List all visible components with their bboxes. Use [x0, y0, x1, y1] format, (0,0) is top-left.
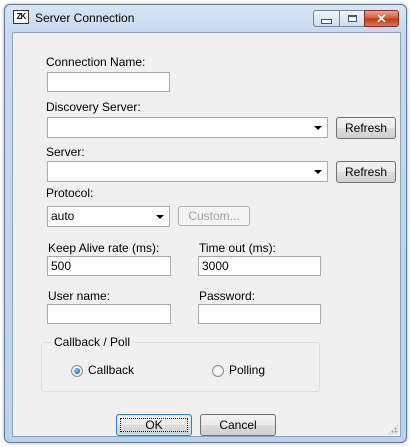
chevron-down-icon [314, 126, 322, 130]
polling-radio[interactable] [212, 365, 224, 377]
server-combo[interactable] [47, 161, 328, 182]
protocol-combo[interactable]: auto [47, 206, 170, 227]
user-name-input[interactable] [47, 304, 171, 324]
timeout-label: Time out (ms): [199, 241, 276, 255]
keep-alive-label: Keep Alive rate (ms): [48, 241, 160, 255]
cancel-button[interactable]: Cancel [200, 414, 276, 436]
maximize-button[interactable] [339, 10, 365, 27]
timeout-input[interactable] [198, 256, 321, 276]
keep-alive-input[interactable] [47, 256, 171, 276]
custom-button[interactable]: Custom... [178, 206, 250, 226]
app-icon: ZK [13, 10, 29, 24]
connection-name-input[interactable] [47, 72, 170, 92]
ok-button[interactable]: OK [116, 414, 192, 436]
close-icon: ✕ [376, 11, 387, 26]
discovery-server-combo[interactable] [47, 117, 328, 138]
protocol-label: Protocol: [46, 186, 94, 200]
close-button[interactable]: ✕ [364, 10, 399, 27]
minimize-button[interactable] [313, 10, 340, 27]
chevron-down-icon [314, 170, 322, 174]
maximize-icon [347, 15, 357, 22]
password-input[interactable] [198, 304, 321, 324]
chevron-down-icon [156, 215, 164, 219]
minimize-icon [321, 19, 332, 24]
discovery-refresh-button[interactable]: Refresh [336, 117, 396, 139]
callback-radio[interactable] [71, 365, 83, 377]
user-name-label: User name: [48, 289, 111, 303]
server-label: Server: [46, 145, 85, 159]
server-connection-window: ZK Server Connection ✕ Connection Name: … [4, 4, 407, 443]
callback-poll-legend: Callback / Poll [51, 335, 134, 349]
resize-grip-icon[interactable] [388, 424, 398, 434]
callback-label[interactable]: Callback [88, 363, 134, 377]
protocol-value: auto [51, 209, 75, 223]
callback-poll-group: Callback / Poll Callback Polling [41, 335, 320, 392]
polling-label[interactable]: Polling [229, 363, 265, 377]
password-label: Password: [199, 289, 256, 303]
server-refresh-button[interactable]: Refresh [336, 161, 396, 183]
window-title: Server Connection [35, 11, 135, 25]
dialog-client-area: Connection Name: Discovery Server: Refre… [12, 32, 401, 437]
discovery-server-label: Discovery Server: [46, 100, 141, 114]
connection-name-label: Connection Name: [46, 55, 146, 69]
title-bar[interactable]: ZK Server Connection ✕ [5, 5, 406, 31]
focus-rect [120, 418, 188, 432]
